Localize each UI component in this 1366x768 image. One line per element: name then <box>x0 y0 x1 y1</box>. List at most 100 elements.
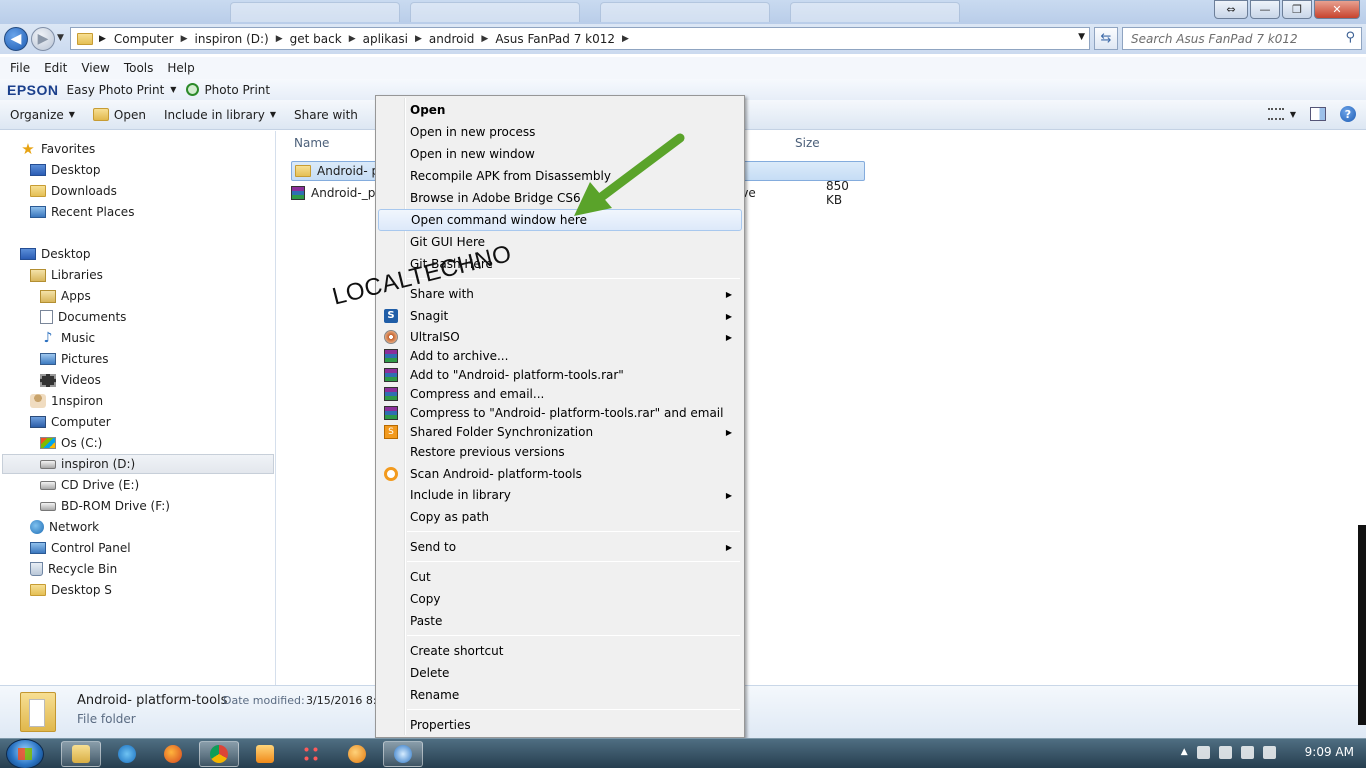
breadcrumb-inspiron[interactable]: inspiron (D:) ▶ <box>195 32 290 46</box>
downloads-folder-icon <box>30 185 46 197</box>
address-dropdown[interactable]: ▼ <box>1078 32 1085 42</box>
chevron-down-icon[interactable]: ▼ <box>170 85 176 94</box>
nav-pictures[interactable]: Pictures <box>40 349 109 369</box>
ctx-create-shortcut[interactable]: Create shortcut <box>378 640 742 662</box>
address-bar[interactable]: ▶ Computer ▶ inspiron (D:) ▶ get back ▶ apl… <box>70 27 1090 50</box>
menu-file[interactable]: File <box>10 61 30 75</box>
background-tab <box>790 2 960 22</box>
column-header-size[interactable]: Size <box>795 131 820 155</box>
ctx-include-in-library[interactable]: Include in library ▶ <box>378 484 742 506</box>
menu-help[interactable]: Help <box>167 61 194 75</box>
forward-button[interactable]: ▶ <box>31 27 55 51</box>
share-with-button[interactable]: Share with <box>294 108 358 122</box>
volume-icon[interactable] <box>1218 745 1232 759</box>
taskbar: ▲ 9:09 AM <box>0 738 1366 768</box>
menu-edit[interactable]: Edit <box>44 61 67 75</box>
taskbar-chrome[interactable] <box>199 741 239 767</box>
nav-drive-f[interactable]: BD-ROM Drive (F:) <box>40 496 170 516</box>
ctx-copy[interactable]: Copy <box>378 588 742 610</box>
ctx-properties[interactable]: Properties <box>378 714 742 736</box>
taskbar-ie[interactable] <box>107 741 147 767</box>
menu-tools[interactable]: Tools <box>124 61 154 75</box>
open-button[interactable]: Open <box>92 108 146 122</box>
nav-libraries[interactable]: Libraries <box>30 265 103 285</box>
winrar-icon <box>384 406 398 420</box>
preview-pane-icon[interactable] <box>1310 107 1326 121</box>
taskbar-app-red[interactable] <box>291 741 331 767</box>
easy-photo-print-button[interactable]: Easy Photo Print <box>67 83 165 97</box>
nav-recent-places[interactable]: Recent Places <box>30 202 134 222</box>
chevron-right-icon: ▶ <box>725 289 732 299</box>
breadcrumb-android[interactable]: android ▶ <box>429 32 495 46</box>
column-header-name[interactable]: Name <box>294 131 329 155</box>
refresh-button[interactable]: ⇆ <box>1094 27 1118 50</box>
taskbar-media[interactable] <box>245 741 285 767</box>
nav-music[interactable]: ♪ Music <box>40 328 96 348</box>
tray-icon[interactable] <box>1196 745 1210 759</box>
ctx-git-gui[interactable]: Git GUI Here <box>378 231 742 253</box>
ctx-rename[interactable]: Rename <box>378 684 742 706</box>
network-tray-icon[interactable] <box>1240 745 1254 759</box>
ctx-delete[interactable]: Delete <box>378 662 742 684</box>
nav-drive-e[interactable]: CD Drive (E:) <box>40 475 139 495</box>
windows-drive-icon <box>40 437 56 449</box>
chevron-down-icon[interactable]: ▼ <box>1290 110 1296 119</box>
ctx-snagit[interactable]: S Snagit ▶ <box>378 305 742 327</box>
taskbar-app-active[interactable] <box>383 741 423 767</box>
file-row-archive[interactable]: Android-_p ive 850 KB <box>291 179 849 207</box>
nav-drive-c[interactable]: Os (C:) <box>40 433 102 453</box>
breadcrumb-aplikasi[interactable]: aplikasi ▶ <box>363 32 429 46</box>
music-icon: ♪ <box>43 330 53 346</box>
search-input[interactable]: Search Asus FanPad 7 k012 ⚲ <box>1122 27 1362 50</box>
ctx-copy-as-path[interactable]: Copy as path <box>378 506 742 528</box>
taskbar-firefox[interactable] <box>153 741 193 767</box>
nav-desktop[interactable]: Desktop <box>20 244 91 264</box>
nav-user[interactable]: 1nspiron <box>30 391 103 411</box>
ctx-cut[interactable]: Cut <box>378 566 742 588</box>
breadcrumb-asus-fanpad[interactable]: Asus FanPad 7 k012 ▶ <box>495 32 636 46</box>
ctx-send-to[interactable]: Send to ▶ <box>378 536 742 558</box>
flag-icon[interactable] <box>1262 745 1276 759</box>
change-view-icon[interactable] <box>1267 108 1284 120</box>
ctx-restore-versions[interactable]: Restore previous versions <box>378 441 742 463</box>
nav-drive-d[interactable]: inspiron (D:) <box>2 454 274 474</box>
taskbar-explorer[interactable] <box>61 741 101 767</box>
ctx-scan[interactable]: Scan Android- platform-tools <box>378 463 742 485</box>
organize-button[interactable]: Organize ▼ <box>10 108 75 122</box>
menu-view[interactable]: View <box>81 61 109 75</box>
breadcrumb-computer[interactable]: Computer ▶ <box>114 32 195 46</box>
menu-separator <box>407 709 740 710</box>
restore-switch-button[interactable]: ⇔ <box>1214 0 1248 19</box>
taskbar-app-orange[interactable] <box>337 741 377 767</box>
nav-desktop-s[interactable]: Desktop S <box>30 580 112 600</box>
breadcrumb-get-back[interactable]: get back ▶ <box>290 32 363 46</box>
clock[interactable]: 9:09 AM <box>1305 745 1354 759</box>
include-in-library-button[interactable]: Include in library ▼ <box>164 108 276 122</box>
nav-videos[interactable]: Videos <box>40 370 101 390</box>
nav-documents[interactable]: Documents <box>40 307 126 327</box>
photo-print-button[interactable]: Photo Print <box>204 83 270 97</box>
maximize-button[interactable]: ❐ <box>1282 0 1312 19</box>
nav-network[interactable]: Network <box>30 517 99 537</box>
nav-apps[interactable]: Apps <box>40 286 91 306</box>
search-icon[interactable]: ⚲ <box>1345 30 1355 45</box>
nav-computer[interactable]: Computer <box>30 412 111 432</box>
show-hidden-icons-icon[interactable]: ▲ <box>1181 747 1188 757</box>
ctx-shared-folder-sync[interactable]: S Shared Folder Synchronization ▶ <box>378 421 742 443</box>
recent-pages-dropdown[interactable]: ▼ <box>57 33 64 43</box>
nav-favorites-desktop[interactable]: Desktop <box>30 160 101 180</box>
help-icon[interactable]: ? <box>1340 106 1356 122</box>
nav-control-panel[interactable]: Control Panel <box>30 538 131 558</box>
minimize-button[interactable]: — <box>1250 0 1280 19</box>
arrow-shaft <box>595 133 685 203</box>
nav-downloads[interactable]: Downloads <box>30 181 117 201</box>
start-button[interactable] <box>6 739 44 768</box>
back-button[interactable]: ◀ <box>4 27 28 51</box>
nav-favorites[interactable]: ★ Favorites <box>20 139 95 159</box>
ctx-paste[interactable]: Paste <box>378 610 742 632</box>
chevron-right-icon[interactable]: ▶ <box>99 34 106 44</box>
ctx-open[interactable]: Open <box>378 99 742 121</box>
close-button[interactable]: ✕ <box>1314 0 1360 19</box>
nav-recycle-bin[interactable]: Recycle Bin <box>30 559 117 579</box>
winrar-icon <box>384 387 398 401</box>
